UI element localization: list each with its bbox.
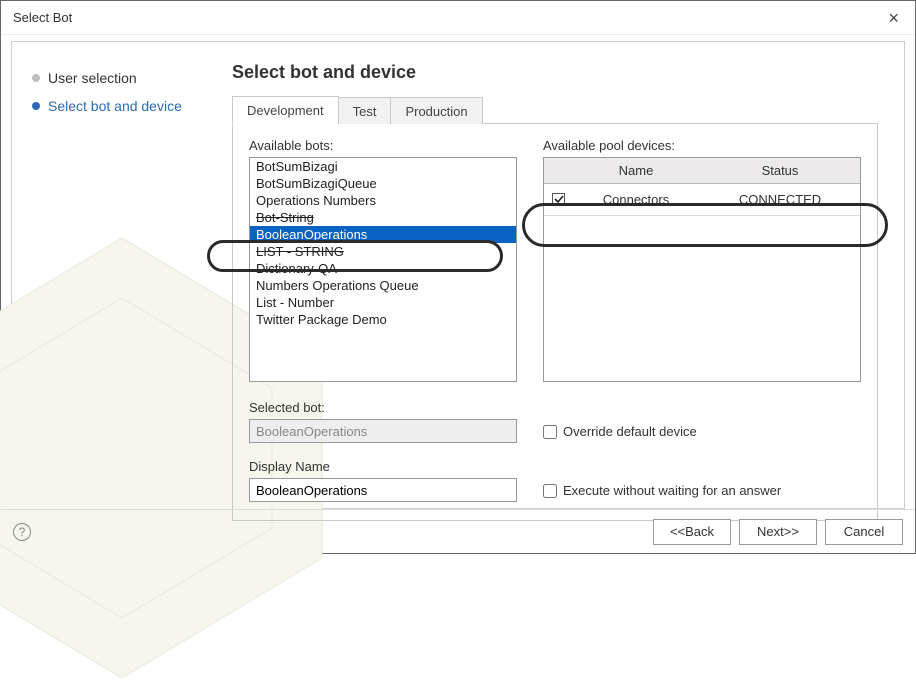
list-item[interactable]: Dictionary-QA [250,260,516,277]
tab-development[interactable]: Development [232,96,339,124]
tab-test[interactable]: Test [338,97,392,124]
execute-async-checkbox[interactable] [543,484,557,498]
page-heading: Select bot and device [232,62,878,83]
cancel-button[interactable]: Cancel [825,519,903,545]
step-bullet [32,74,40,82]
devices-th-status: Status [700,158,860,183]
available-devices-label: Available pool devices: [543,138,861,153]
override-device-label: Override default device [563,424,697,439]
list-item[interactable]: BotSumBizagi [250,158,516,175]
wizard-sidebar: User selection Select bot and device [12,42,222,508]
dialog-footer: ? <<Back Next>> Cancel [1,509,915,553]
list-item[interactable]: Bot-String [250,209,516,226]
window-title: Select Bot [13,10,72,25]
tab-production[interactable]: Production [390,97,482,124]
next-button[interactable]: Next>> [739,519,817,545]
list-item[interactable]: List - Number [250,294,516,311]
devices-header: Name Status [544,158,860,184]
override-device-checkbox[interactable] [543,425,557,439]
step-select-bot-device[interactable]: Select bot and device [32,98,206,114]
step-label: User selection [48,70,137,86]
list-item[interactable]: Twitter Package Demo [250,311,516,328]
list-item[interactable]: Operations Numbers [250,192,516,209]
bots-listbox[interactable]: BotSumBizagiBotSumBizagiQueueOperations … [249,157,517,382]
table-row[interactable]: ConnectorsCONNECTED [544,184,860,216]
execute-async-label: Execute without waiting for an answer [563,483,781,498]
list-item[interactable]: LIST - STRING [250,243,516,260]
row-status: CONNECTED [700,184,860,215]
step-bullet [32,102,40,110]
step-user-selection[interactable]: User selection [32,70,206,86]
list-item[interactable]: BotSumBizagiQueue [250,175,516,192]
display-name-label: Display Name [249,459,517,474]
tab-panel: Available bots: BotSumBizagiBotSumBizagi… [232,124,878,521]
close-icon[interactable]: × [882,7,905,29]
devices-table: Name Status ConnectorsCONNECTED [543,157,861,382]
step-label: Select bot and device [48,98,182,114]
checkbox-icon[interactable] [552,193,565,206]
available-bots-label: Available bots: [249,138,517,153]
devices-th-check [544,158,572,183]
selected-bot-field [249,419,517,443]
row-name: Connectors [572,184,700,215]
list-item[interactable]: Numbers Operations Queue [250,277,516,294]
selected-bot-label: Selected bot: [249,400,517,415]
row-check[interactable] [544,184,572,215]
env-tabs: Development Test Production [232,95,878,124]
layout: User selection Select bot and device Sel… [12,42,904,508]
main-panel: Select bot and device Development Test P… [222,42,904,508]
titlebar: Select Bot × [1,1,915,35]
back-button[interactable]: <<Back [653,519,731,545]
list-item[interactable]: BooleanOperations [250,226,516,243]
dialog-body: User selection Select bot and device Sel… [11,41,905,509]
devices-th-name: Name [572,158,700,183]
display-name-field[interactable] [249,478,517,502]
help-icon[interactable]: ? [13,523,31,541]
